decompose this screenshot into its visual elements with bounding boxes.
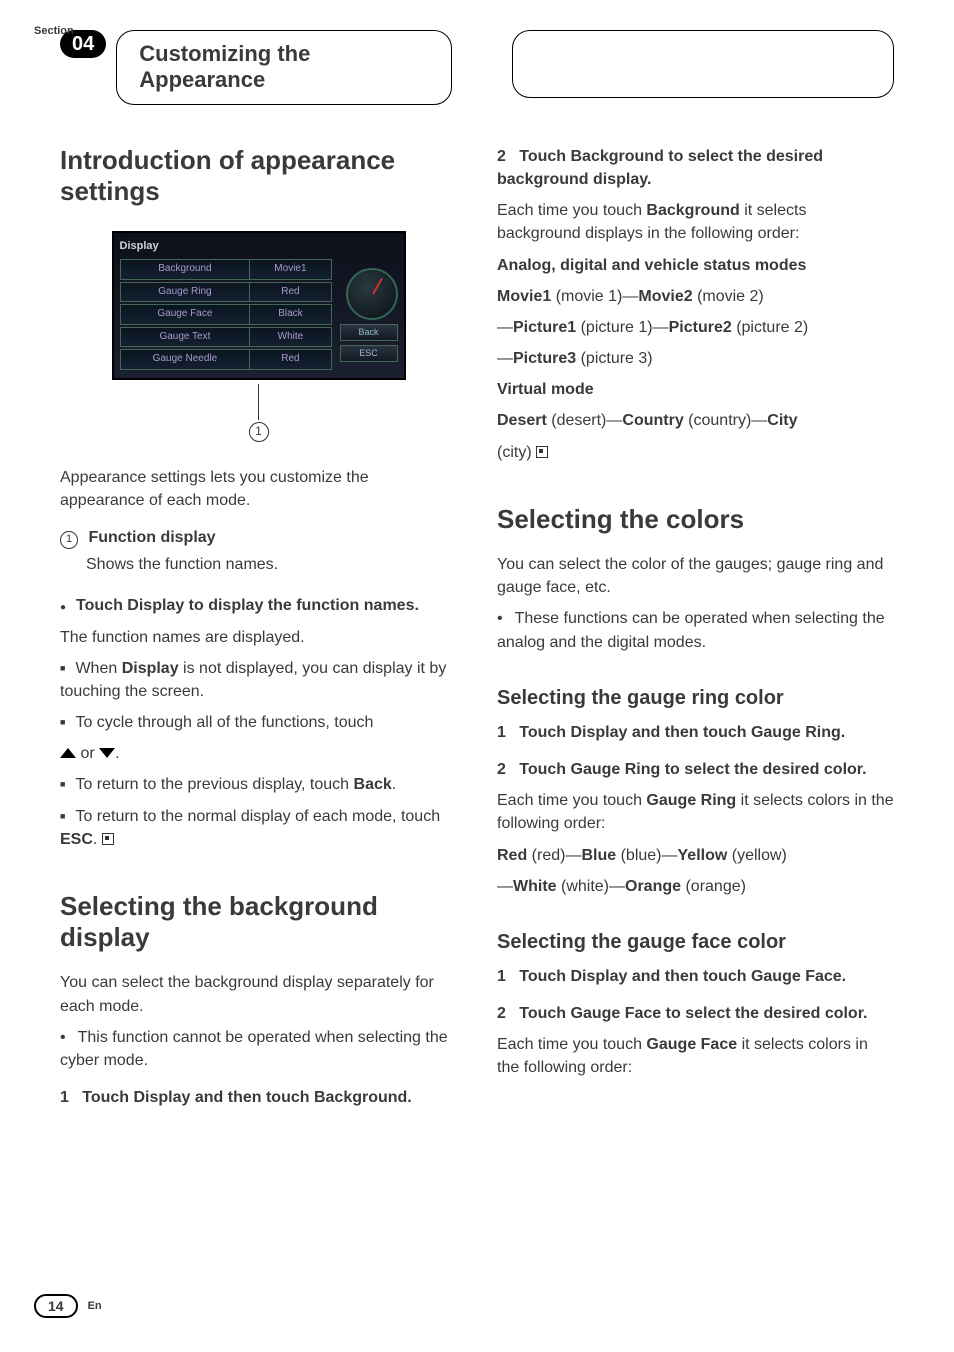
note-4: To return to the normal display of each … bbox=[60, 805, 457, 851]
left-column: Introduction of appearance settings Disp… bbox=[60, 145, 457, 1118]
ring-seq2: —White (white)—Orange (orange) bbox=[497, 875, 894, 898]
section-header: 04 Customizing the Appearance bbox=[60, 30, 894, 105]
colors-heading: Selecting the colors bbox=[497, 504, 894, 535]
bg-seq4: Desert (desert)—Country (country)—City bbox=[497, 409, 894, 432]
esc-button[interactable]: ESC bbox=[340, 345, 398, 362]
bg-heading: Selecting the background display bbox=[60, 891, 457, 953]
ring-step2: 2 Touch Gauge Ring to select the desired… bbox=[497, 758, 894, 781]
menu-item[interactable]: Gauge RingRed bbox=[120, 282, 332, 303]
empty-title-bubble bbox=[512, 30, 894, 98]
arrow-up-icon bbox=[60, 748, 76, 758]
bg-seq3: —Picture3 (picture 3) bbox=[497, 347, 894, 370]
touch-display-result: The function names are displayed. bbox=[60, 626, 457, 649]
menu-item[interactable]: Gauge NeedleRed bbox=[120, 349, 332, 370]
bg-lead: You can select the background display se… bbox=[60, 971, 457, 1017]
menu-item[interactable]: BackgroundMovie1 bbox=[120, 259, 332, 280]
bg-step2-desc: Each time you touch Background it select… bbox=[497, 199, 894, 245]
note-3: To return to the previous display, touch… bbox=[60, 773, 457, 796]
bg-seq1: Movie1 (movie 1)—Movie2 (movie 2) bbox=[497, 285, 894, 308]
colors-lead: You can select the color of the gauges; … bbox=[497, 553, 894, 599]
language-label: En bbox=[88, 1300, 102, 1312]
ring-seq1: Red (red)—Blue (blue)—Yellow (yellow) bbox=[497, 844, 894, 867]
bg-step2: 2 Touch Background to select the desired… bbox=[497, 145, 894, 191]
screenshot-menu: BackgroundMovie1 Gauge RingRed Gauge Fac… bbox=[120, 259, 332, 372]
intro-heading: Introduction of appearance settings bbox=[60, 145, 457, 207]
modes-heading: Analog, digital and vehicle status modes bbox=[497, 254, 894, 277]
virtual-heading: Virtual mode bbox=[497, 378, 894, 401]
ring-heading: Selecting the gauge ring color bbox=[497, 684, 894, 713]
arrow-down-icon bbox=[99, 748, 115, 758]
ring-step1: 1 Touch Display and then touch Gauge Rin… bbox=[497, 721, 894, 744]
note-1: When Display is not displayed, you can d… bbox=[60, 657, 457, 703]
section-title: Customizing the Appearance bbox=[116, 30, 452, 105]
right-column: 2 Touch Background to select the desired… bbox=[497, 145, 894, 1118]
gauge-icon bbox=[346, 268, 398, 320]
bg-step1: 1 Touch Display and then touch Backgroun… bbox=[60, 1086, 457, 1109]
face-step2: 2 Touch Gauge Face to select the desired… bbox=[497, 1002, 894, 1025]
back-button[interactable]: Back bbox=[340, 324, 398, 341]
circled-number-icon: 1 bbox=[60, 531, 78, 549]
end-mark-icon bbox=[102, 833, 114, 845]
display-screenshot: Display BackgroundMovie1 Gauge RingRed G… bbox=[112, 231, 406, 379]
note-2-arrows: or . bbox=[60, 742, 457, 765]
bg-seq2: —Picture1 (picture 1)—Picture2 (picture … bbox=[497, 316, 894, 339]
menu-item[interactable]: Gauge FaceBlack bbox=[120, 304, 332, 325]
bg-seq5: (city) bbox=[497, 441, 894, 464]
callout-number: 1 bbox=[249, 422, 269, 442]
face-desc: Each time you touch Gauge Face it select… bbox=[497, 1033, 894, 1079]
screenshot-wrap: Display BackgroundMovie1 Gauge RingRed G… bbox=[60, 225, 457, 441]
menu-item[interactable]: Gauge TextWhite bbox=[120, 327, 332, 348]
section-label: Section bbox=[34, 25, 74, 37]
function-desc: Shows the function names. bbox=[86, 553, 457, 576]
end-mark-icon bbox=[536, 446, 548, 458]
page-number: 14 bbox=[34, 1294, 78, 1318]
ring-desc: Each time you touch Gauge Ring it select… bbox=[497, 789, 894, 835]
note-2: To cycle through all of the functions, t… bbox=[60, 711, 457, 734]
bg-bullet: This function cannot be operated when se… bbox=[60, 1026, 457, 1072]
screenshot-title: Display bbox=[120, 239, 398, 255]
touch-display-step: Touch Display to display the function na… bbox=[60, 594, 457, 617]
face-heading: Selecting the gauge face color bbox=[497, 928, 894, 957]
colors-bullet: These functions can be operated when sel… bbox=[497, 607, 894, 653]
function-display-row: 1 Function display bbox=[60, 526, 457, 549]
intro-lead: Appearance settings lets you customize t… bbox=[60, 466, 457, 512]
face-step1: 1 Touch Display and then touch Gauge Fac… bbox=[497, 965, 894, 988]
function-title: Function display bbox=[88, 529, 215, 546]
page-footer: 14 En bbox=[34, 1294, 102, 1318]
